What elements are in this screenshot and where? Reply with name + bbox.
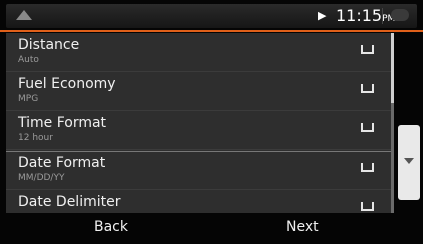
list-item-value: Auto (18, 55, 39, 65)
list-divider (6, 151, 391, 152)
list-item-label: Fuel Economy (18, 76, 116, 92)
screen: ▶ 11:15PM Distance Auto Fuel Economy MPG… (0, 0, 423, 244)
checkbox-icon[interactable] (361, 84, 374, 93)
list-item-value: 12 hour (18, 133, 53, 143)
checkbox-icon[interactable] (361, 202, 374, 211)
next-button[interactable]: Next (286, 219, 319, 235)
status-divider (382, 8, 383, 24)
chevron-down-icon (404, 158, 414, 164)
chat-icon[interactable] (391, 9, 409, 21)
settings-list[interactable]: Distance Auto Fuel Economy MPG Time Form… (6, 33, 391, 213)
clock: 11:15PM (336, 6, 395, 25)
list-item-label: Date Delimiter (18, 194, 121, 210)
signal-icon (16, 10, 32, 20)
checkbox-icon[interactable] (361, 45, 374, 54)
list-item-time-format[interactable]: Time Format 12 hour (6, 111, 391, 150)
status-bar: ▶ 11:15PM (6, 4, 417, 28)
list-item-value: MM/DD/YY (18, 173, 65, 183)
accent-line (0, 30, 423, 32)
list-item-label: Time Format (18, 115, 107, 131)
list-item-fuel-economy[interactable]: Fuel Economy MPG (6, 72, 391, 111)
checkbox-icon[interactable] (361, 163, 374, 172)
bottom-bar: Back Next (0, 213, 423, 244)
back-button[interactable]: Back (94, 219, 128, 235)
list-item-date-delimiter[interactable]: Date Delimiter (6, 190, 391, 213)
list-item-label: Date Format (18, 155, 106, 171)
list-item-date-format[interactable]: Date Format MM/DD/YY (6, 151, 391, 190)
checkbox-icon[interactable] (361, 123, 374, 132)
list-item-label: Distance (18, 37, 80, 53)
clock-time: 11:15 (336, 6, 383, 25)
scroll-down-button[interactable] (398, 125, 420, 200)
play-arrow-icon: ▶ (318, 9, 327, 22)
scrollbar-thumb[interactable] (391, 33, 394, 103)
list-item-value: MPG (18, 94, 39, 104)
list-item-distance[interactable]: Distance Auto (6, 33, 391, 72)
